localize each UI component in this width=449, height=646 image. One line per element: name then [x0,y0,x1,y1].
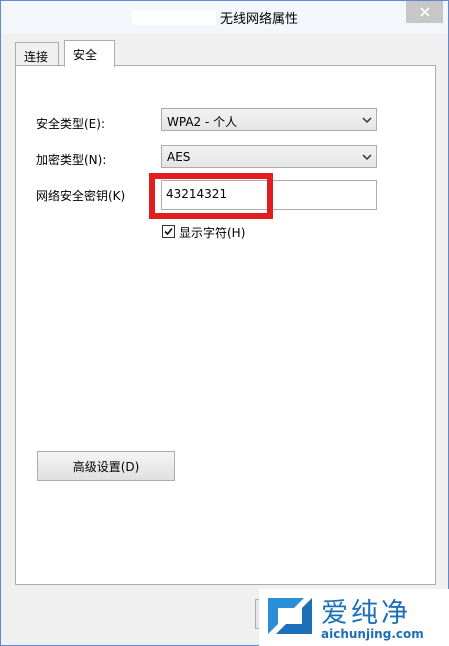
encryption-type-value: AES [167,150,191,164]
red-highlight-box [149,173,273,219]
tab-security[interactable]: 安全 [64,40,115,67]
tab-security-label: 安全 [73,48,98,62]
aichunjing-logo-icon [268,598,312,634]
advanced-settings-button[interactable]: 高级设置(D) [37,451,175,481]
encryption-type-label: 加密类型(N): [36,153,107,167]
encryption-type-select[interactable]: AES [161,145,377,168]
watermark-name: 爱纯净 [321,598,411,629]
security-type-label: 安全类型(E): [36,117,105,131]
security-panel [15,65,436,585]
chevron-down-icon [362,154,372,161]
title-bar: 无线网络属性 [1,1,448,34]
redacted-network-name [132,10,216,25]
tab-connection-label: 连接 [24,50,49,64]
chevron-down-icon [362,117,372,124]
watermark: 爱纯净 aichunjing.com [259,589,449,646]
security-type-select[interactable]: WPA2 - 个人 [161,108,377,131]
wireless-properties-window: 无线网络属性 连接 安全 安全类型(E): WPA2 - 个人 加密类型(N):… [0,0,449,646]
checkmark-icon [164,227,173,236]
security-type-value: WPA2 - 个人 [167,115,238,129]
close-button[interactable] [406,1,443,23]
close-icon [419,7,430,17]
tab-connection[interactable]: 连接 [15,42,59,66]
watermark-url: aichunjing.com [321,627,424,641]
network-key-label: 网络安全密钥(K) [36,189,126,203]
window-title: 无线网络属性 [220,12,299,27]
show-characters-label[interactable]: 显示字符(H) [179,224,245,241]
show-characters-checkbox[interactable] [162,225,175,238]
advanced-settings-label: 高级设置(D) [72,459,140,474]
